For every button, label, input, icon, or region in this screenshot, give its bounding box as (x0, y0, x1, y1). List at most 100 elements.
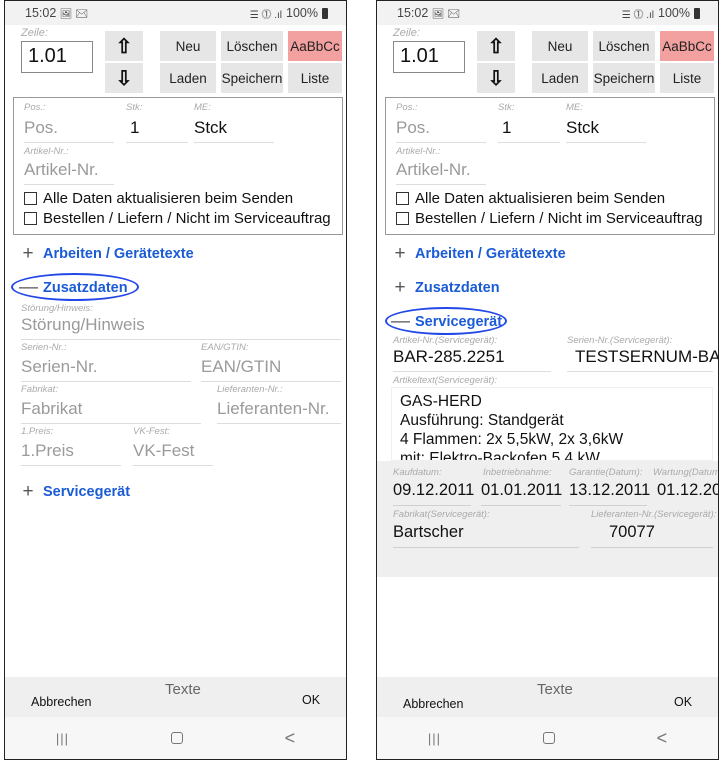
move-up-icon[interactable]: ⇧ (477, 31, 515, 61)
abbrechen-button[interactable]: Abbrechen (31, 695, 91, 709)
move-up-icon[interactable]: ⇧ (105, 31, 143, 61)
loeschen-button[interactable]: Löschen (221, 31, 283, 61)
home-icon[interactable] (170, 732, 183, 744)
aabbcc-button[interactable]: AaBbCc (288, 31, 342, 61)
android-nav-bar: ||| < (5, 717, 346, 759)
wartung-label: Wartung(Datum): (653, 467, 719, 478)
me-field[interactable]: Stck (194, 118, 227, 138)
liste-button[interactable]: Liste (288, 63, 342, 93)
checkbox-bestellen[interactable]: Bestellen / Liefern / Nicht im Serviceau… (396, 210, 703, 227)
move-down-icon[interactable]: ⇩ (105, 63, 143, 93)
preis-underline (21, 465, 121, 466)
zeile-input[interactable]: 1.01 (21, 41, 93, 73)
section-servicegeraet-label: Servicegerät (43, 484, 131, 500)
checkbox-aktualisieren-label: Alle Daten aktualisieren beim Senden (43, 190, 294, 207)
kaufdatum-underline (393, 505, 471, 506)
zeile-input[interactable]: 1.01 (393, 41, 465, 73)
serien-field[interactable]: Serien-Nr. (21, 357, 98, 377)
laden-button[interactable]: Laden (160, 63, 216, 93)
checkbox-bestellen[interactable]: Bestellen / Liefern / Nicht im Serviceau… (24, 210, 331, 227)
garantie-field[interactable]: 13.12.2011 (569, 481, 650, 500)
svc-artikel-field[interactable]: BAR-285.2251 (393, 347, 505, 367)
back-icon[interactable]: < (657, 728, 668, 749)
texte-button[interactable]: Texte (537, 681, 573, 698)
back-icon[interactable]: < (285, 728, 296, 749)
checkbox-box[interactable] (396, 212, 409, 225)
move-down-icon[interactable]: ⇩ (477, 63, 515, 93)
status-notification-icons: 🖼 ✉ (59, 9, 88, 20)
lieferanten-underline (217, 423, 341, 424)
garantie-label: Garantie(Datum): (569, 467, 643, 478)
serien-underline (21, 381, 191, 382)
pos-underline (396, 142, 486, 143)
kaufdatum-field[interactable]: 09.12.2011 (393, 481, 474, 500)
signal-icon: ☰ ⓵ .ıl (621, 9, 655, 21)
pos-field[interactable]: Pos. (24, 118, 58, 138)
svc-fabrikat-underline (393, 547, 579, 548)
status-time: 15:02 🖼 ✉ (397, 6, 460, 20)
artikel-field[interactable]: Artikel-Nr. (396, 160, 471, 180)
section-servicegeraet[interactable]: + Servicegerät (19, 481, 130, 503)
vkfest-field[interactable]: VK-Fest (133, 441, 194, 461)
svc-fabrikat-field[interactable]: Bartscher (393, 523, 464, 542)
stk-field[interactable]: 1 (502, 118, 511, 138)
ean-field[interactable]: EAN/GTIN (201, 357, 281, 377)
stk-label: Stk: (126, 102, 143, 113)
neu-button[interactable]: Neu (160, 31, 216, 61)
stoerung-field[interactable]: Störung/Hinweis (21, 315, 145, 335)
speichern-button[interactable]: Speichern (593, 63, 655, 93)
ok-button[interactable]: OK (302, 693, 320, 707)
svc-serien-field[interactable]: TESTSERNUM-BAR (575, 347, 718, 367)
svc-lieferanten-label: Lieferanten-Nr.(Servicegerät): (591, 509, 717, 520)
checkbox-aktualisieren[interactable]: Alle Daten aktualisieren beim Senden (24, 190, 293, 207)
pos-underline (24, 142, 114, 143)
svc-text-area[interactable]: GAS-HERD Ausführung: Standgerät 4 Flamme… (391, 387, 713, 461)
speichern-button[interactable]: Speichern (221, 63, 283, 93)
status-bar: 15:02 🖼 ✉ ☰ ⓵ .ıl 100% (5, 1, 346, 25)
abbrechen-button[interactable]: Abbrechen (403, 697, 463, 711)
texte-button[interactable]: Texte (165, 681, 201, 698)
recent-apps-icon[interactable]: ||| (56, 731, 69, 746)
stk-field[interactable]: 1 (130, 118, 139, 138)
neu-button[interactable]: Neu (532, 31, 588, 61)
position-card: Pos.: Pos. Stk: 1 ME: Stck Artikel-Nr.: … (385, 97, 715, 235)
laden-button[interactable]: Laden (532, 63, 588, 93)
loeschen-button[interactable]: Löschen (593, 31, 655, 61)
home-icon[interactable] (542, 732, 555, 744)
section-arbeiten[interactable]: + Arbeiten / Gerätetexte (391, 243, 565, 265)
position-card: Pos.: Pos. Stk: 1 ME: Stck Artikel-Nr.: … (13, 97, 343, 235)
checkbox-aktualisieren[interactable]: Alle Daten aktualisieren beim Senden (396, 190, 665, 207)
pos-field[interactable]: Pos. (396, 118, 430, 138)
preis-field[interactable]: 1.Preis (21, 441, 74, 461)
fabrikat-field[interactable]: Fabrikat (21, 399, 82, 419)
section-arbeiten[interactable]: + Arbeiten / Gerätetexte (19, 243, 193, 265)
vkfest-underline (133, 465, 213, 466)
section-zusatzdaten[interactable]: + Zusatzdaten (391, 277, 499, 299)
svc-text-line: GAS-HERD (400, 393, 482, 410)
aabbcc-button[interactable]: AaBbCc (660, 31, 714, 61)
liste-button[interactable]: Liste (660, 63, 714, 93)
me-field[interactable]: Stck (566, 118, 599, 138)
status-notification-icons: 🖼 ✉ (431, 9, 460, 20)
ok-button[interactable]: OK (674, 695, 692, 709)
me-underline (194, 142, 274, 143)
artikel-underline (396, 184, 486, 185)
svc-lieferanten-field[interactable]: 70077 (609, 523, 655, 542)
checkbox-box[interactable] (24, 192, 37, 205)
stk-label: Stk: (498, 102, 515, 113)
artikel-field[interactable]: Artikel-Nr. (24, 160, 99, 180)
status-bar: 15:02 🖼 ✉ ☰ ⓵ .ıl 100% (377, 1, 718, 25)
svc-text-line: Ausführung: Standgerät (400, 412, 564, 429)
svc-text-line: mit: Elektro-Backofen 5,4 kW (400, 450, 600, 461)
checkbox-box[interactable] (24, 212, 37, 225)
lieferanten-field[interactable]: Lieferanten-Nr. (217, 399, 329, 419)
garantie-underline (569, 505, 647, 506)
wartung-field[interactable]: 01.12.20 (657, 481, 718, 500)
recent-apps-icon[interactable]: ||| (428, 731, 441, 746)
ean-underline (201, 381, 341, 382)
svc-text-line: 4 Flammen: 2x 5,5kW, 2x 3,6kW (400, 431, 624, 448)
inbetrieb-label: Inbetriebnahme: (483, 467, 552, 478)
inbetrieb-field[interactable]: 01.01.2011 (481, 481, 562, 500)
checkbox-box[interactable] (396, 192, 409, 205)
vkfest-label: VK-Fest: (133, 426, 170, 437)
